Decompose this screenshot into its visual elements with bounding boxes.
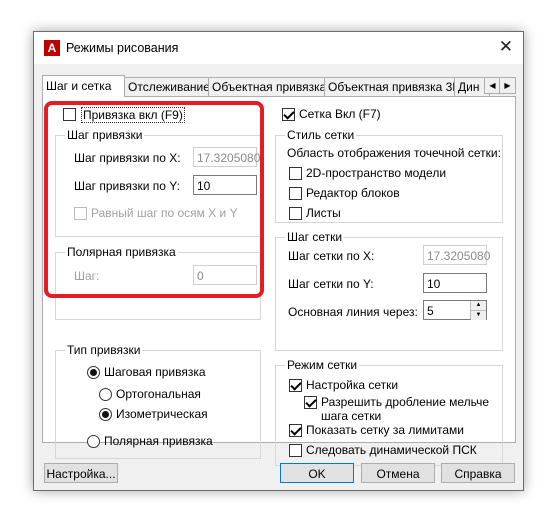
- block-editor-checkbox[interactable]: [289, 187, 302, 200]
- grid-style-description: Область отображения точечной сетки:: [287, 146, 501, 160]
- follow-ucs-label: Следовать динамической ПСК: [306, 443, 477, 457]
- tab-3d-object-snap[interactable]: Объектная привязка 3D: [324, 77, 462, 96]
- grid-style-title: Стиль сетки: [285, 128, 357, 142]
- spin-up-icon[interactable]: ▲: [471, 301, 486, 310]
- grid-on-checkbox[interactable]: [282, 108, 295, 121]
- snap-on-label: Привязка вкл (F9): [81, 107, 185, 123]
- subdivision-checkbox[interactable]: [304, 396, 317, 409]
- model-space-checkbox[interactable]: [289, 167, 302, 180]
- autocad-logo-icon: A: [44, 40, 60, 56]
- polar-distance-field[interactable]: 0: [193, 265, 257, 285]
- snap-y-field[interactable]: 10: [193, 175, 257, 195]
- isometric-snap-label: Изометрическая: [116, 407, 208, 421]
- tab-strip: Шаг и сетка Отслеживание Объектная привя…: [42, 75, 516, 97]
- rectangular-snap-label: Ортогональная: [116, 387, 201, 401]
- subdivision-label-line-2: шага сетки: [321, 409, 382, 423]
- snap-type-title: Тип привязки: [65, 343, 143, 357]
- polar-snap-radio[interactable]: [87, 435, 100, 448]
- subdivision-label: Разрешить дробление мельче шага сетки: [321, 395, 489, 423]
- block-editor-label: Редактор блоков: [306, 186, 400, 200]
- adaptive-grid-label: Настройка сетки: [306, 378, 399, 392]
- help-button[interactable]: Справка: [441, 463, 515, 483]
- grid-behavior-title: Режим сетки: [285, 358, 360, 372]
- grid-snap-radio[interactable]: [87, 366, 100, 379]
- tab-object-snap[interactable]: Объектная привязка: [208, 77, 332, 96]
- sheets-checkbox[interactable]: [289, 207, 302, 220]
- equal-spacing-checkbox[interactable]: [74, 207, 87, 220]
- adaptive-grid-checkbox[interactable]: [289, 379, 302, 392]
- grid-x-label: Шаг сетки по X:: [288, 249, 375, 263]
- grid-y-field[interactable]: 10: [423, 273, 487, 293]
- rectangular-snap-radio[interactable]: [99, 388, 112, 401]
- tab-snap-and-grid[interactable]: Шаг и сетка: [42, 75, 125, 97]
- ok-button[interactable]: OK: [280, 463, 354, 483]
- grid-x-field[interactable]: 17.3205080: [423, 245, 490, 265]
- major-line-spinner[interactable]: ▲ ▼: [470, 301, 486, 320]
- tab-polar-tracking[interactable]: Отслеживание: [124, 77, 216, 96]
- polar-spacing-title: Полярная привязка: [65, 245, 178, 259]
- major-line-value: 5: [427, 304, 434, 318]
- grid-on-label: Сетка Вкл (F7): [299, 107, 381, 121]
- snap-grid-panel: Привязка вкл (F9) Шаг привязки Шаг привя…: [42, 96, 516, 466]
- follow-ucs-checkbox[interactable]: [289, 444, 302, 457]
- window-title: Режимы рисования: [66, 41, 179, 55]
- grid-spacing-title: Шаг сетки: [285, 230, 345, 244]
- drafting-settings-dialog: A Режимы рисования ✕ Шаг и сетка Отслежи…: [33, 31, 524, 491]
- snap-on-checkbox[interactable]: [63, 108, 76, 121]
- tab-scroll-right-icon[interactable]: ▶: [499, 77, 516, 94]
- major-line-label: Основная линия через:: [288, 305, 418, 319]
- beyond-limits-label: Показать сетку за лимитами: [306, 423, 464, 437]
- snap-y-label: Шаг привязки по Y:: [74, 179, 180, 193]
- grid-y-label: Шаг сетки по Y:: [288, 277, 374, 291]
- sheets-label: Листы: [306, 206, 341, 220]
- cancel-button[interactable]: Отмена: [361, 463, 435, 483]
- snap-spacing-title: Шаг привязки: [65, 128, 145, 142]
- isometric-snap-radio[interactable]: [99, 408, 112, 421]
- close-button[interactable]: ✕: [499, 37, 513, 57]
- spin-down-icon[interactable]: ▼: [471, 310, 486, 320]
- equal-spacing-label: Равный шаг по осям X и Y: [91, 206, 238, 220]
- grid-snap-label: Шаговая привязка: [104, 365, 206, 379]
- subdivision-label-line-1: Разрешить дробление мельче: [321, 395, 490, 409]
- options-button[interactable]: Настройка...: [44, 463, 118, 483]
- snap-x-field[interactable]: 17.3205080: [193, 147, 260, 167]
- polar-distance-label: Шаг:: [74, 269, 100, 283]
- polar-snap-label: Полярная привязка: [104, 434, 213, 448]
- model-space-label: 2D-пространство модели: [306, 166, 447, 180]
- snap-x-label: Шаг привязки по X:: [74, 151, 181, 165]
- major-line-field[interactable]: 5 ▲ ▼: [423, 300, 487, 320]
- beyond-limits-checkbox[interactable]: [289, 424, 302, 437]
- polar-spacing-group: [55, 252, 261, 320]
- title-bar: A Режимы рисования ✕: [34, 32, 523, 64]
